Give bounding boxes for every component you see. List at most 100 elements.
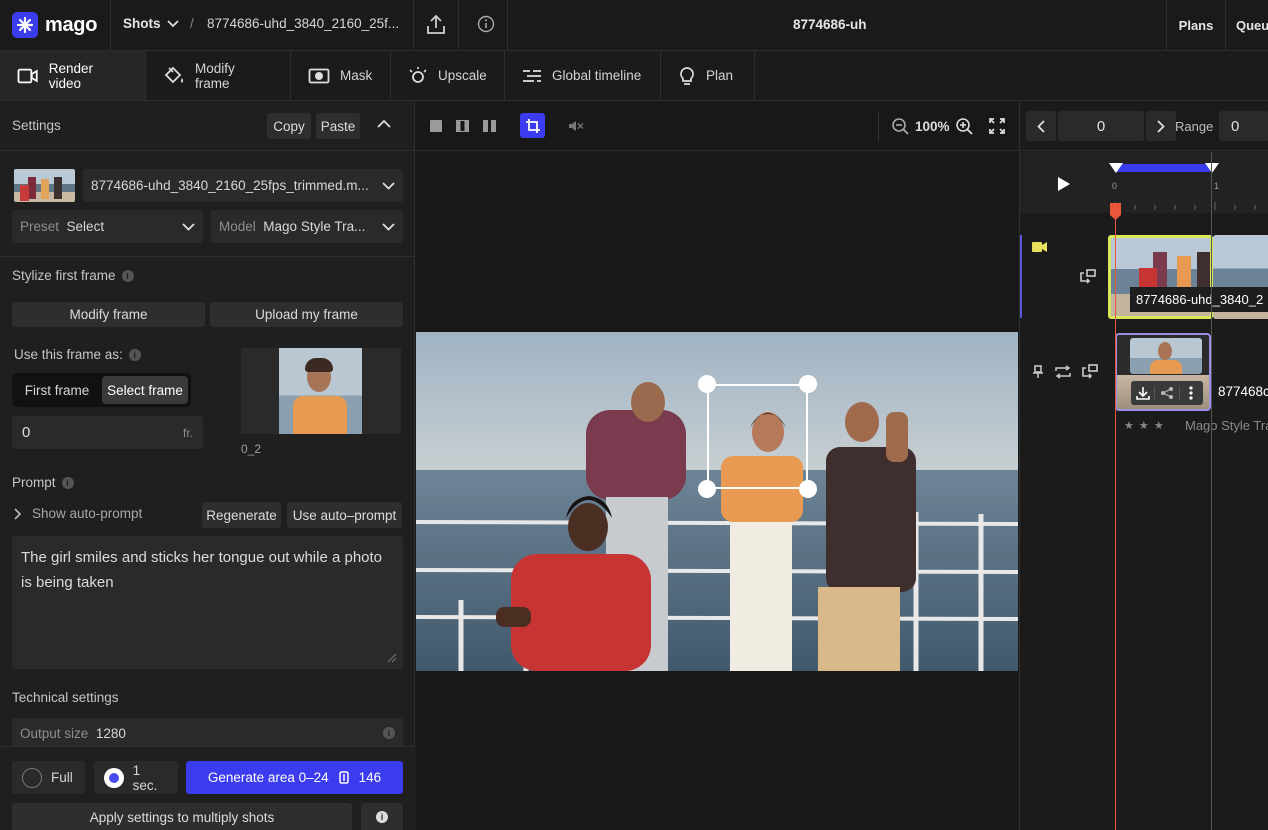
- crop-handle-top-right[interactable]: [799, 375, 817, 393]
- tab-modify-frame[interactable]: Modify frame: [146, 51, 291, 100]
- zoom-in-icon[interactable]: [956, 118, 973, 135]
- full-option[interactable]: Full: [12, 761, 85, 794]
- model-label: Model: [219, 219, 256, 234]
- tab-plan[interactable]: Plan: [661, 51, 755, 100]
- use-frame-as-text: Use this frame as:: [14, 347, 123, 362]
- next-frame-button[interactable]: [1146, 111, 1176, 141]
- preset-select[interactable]: Preset Select: [12, 210, 203, 243]
- copy-button[interactable]: Copy: [267, 113, 311, 139]
- modify-frame-button[interactable]: Modify frame: [12, 302, 205, 327]
- queue-button[interactable]: Queu: [1226, 0, 1268, 51]
- frame-boundary-line: [1211, 152, 1212, 830]
- tab-render-video[interactable]: Render video: [0, 51, 146, 100]
- shot-clip[interactable]: [1115, 333, 1211, 411]
- download-icon[interactable]: [1131, 386, 1154, 400]
- info-icon[interactable]: [477, 15, 495, 33]
- source-thumbnail: [14, 169, 75, 202]
- info-icon[interactable]: i: [383, 727, 395, 739]
- shots-dropdown[interactable]: Shots: [123, 16, 179, 31]
- paste-button[interactable]: Paste: [316, 113, 360, 139]
- timeline-panel: 0 Range 0 0 1 8774686-uhd_3840_2 877468с…: [1019, 101, 1268, 830]
- output-size-field[interactable]: Output size 1280 i: [12, 718, 403, 748]
- info-icon[interactable]: i: [128, 348, 141, 361]
- use-auto-prompt-button[interactable]: Use auto–prompt: [287, 502, 402, 528]
- crop-handle-bottom-left[interactable]: [698, 480, 716, 498]
- tab-mask-label: Mask: [340, 68, 373, 83]
- rating-stars[interactable]: ★ ★ ★: [1124, 419, 1165, 432]
- tab-global-timeline[interactable]: Global timeline: [505, 51, 661, 100]
- plans-button[interactable]: Plans: [1167, 0, 1225, 51]
- radio-selected-icon: [104, 767, 124, 788]
- range-input[interactable]: 0: [1219, 111, 1268, 141]
- technical-settings-title: Technical settings: [12, 690, 119, 705]
- more-vertical-icon[interactable]: [1180, 386, 1203, 400]
- prev-frame-button[interactable]: [1026, 111, 1056, 141]
- timeline-ruler[interactable]: 0 1: [1107, 152, 1268, 213]
- generate-footer: Full 1 sec. Generate area 0–24 146 Apply…: [0, 746, 415, 830]
- zoom-out-icon[interactable]: [892, 118, 909, 135]
- tab-plan-label: Plan: [706, 68, 734, 83]
- stop-icon[interactable]: [430, 120, 442, 132]
- video-frame[interactable]: [416, 332, 1018, 671]
- output-size-value: 1280: [95, 725, 126, 741]
- info-icon[interactable]: i: [121, 269, 134, 282]
- mode-toolbar: Render video Modify frame Mask Upscale G…: [0, 51, 1268, 101]
- upload-icon[interactable]: [425, 14, 447, 36]
- frame-preview[interactable]: [241, 348, 401, 434]
- crop-icon[interactable]: [520, 113, 545, 138]
- crop-handle-bottom-right[interactable]: [799, 480, 817, 498]
- collapse-chevron-up-icon[interactable]: [377, 119, 391, 128]
- first-frame-option[interactable]: First frame: [15, 376, 99, 404]
- mago-logo-icon: [12, 12, 38, 38]
- pin-icon[interactable]: [1032, 365, 1044, 379]
- prompt-textarea[interactable]: The girl smiles and sticks her tongue ou…: [12, 536, 403, 669]
- frame-input[interactable]: 0: [1058, 111, 1144, 141]
- video-camera-icon: [17, 68, 38, 83]
- crop-handle-top-left[interactable]: [698, 375, 716, 393]
- range-bar[interactable]: [1115, 164, 1210, 172]
- tab-global-timeline-label: Global timeline: [552, 68, 642, 83]
- model-select[interactable]: Model Mago Style Tra...: [211, 210, 403, 243]
- swap-clip-icon[interactable]: [1080, 269, 1096, 285]
- frame-number-input[interactable]: 0 fr.: [12, 416, 203, 449]
- tab-mask[interactable]: Mask: [291, 51, 391, 100]
- settings-title: Settings: [12, 118, 61, 133]
- repeat-icon[interactable]: [1055, 365, 1071, 379]
- info-icon: i: [376, 811, 388, 823]
- resize-handle-icon[interactable]: [387, 653, 397, 663]
- info-icon[interactable]: i: [61, 476, 74, 489]
- mute-icon[interactable]: [568, 120, 584, 132]
- swap-clip-icon[interactable]: [1082, 364, 1098, 380]
- split-view-icon[interactable]: [456, 120, 469, 132]
- chevron-right-icon: [14, 507, 22, 520]
- prompt-title: Prompt: [12, 475, 56, 490]
- crop-selection-box[interactable]: [707, 384, 808, 489]
- apply-settings-button[interactable]: Apply settings to multiply shots: [12, 803, 352, 830]
- play-icon[interactable]: [1057, 176, 1071, 192]
- stylize-title: Stylize first frame: [12, 268, 116, 283]
- show-auto-prompt-toggle[interactable]: Show auto-prompt: [14, 506, 142, 521]
- frame-preview-image: [279, 348, 362, 434]
- one-second-option[interactable]: 1 sec.: [94, 761, 178, 794]
- range-end-handle[interactable]: [1204, 162, 1220, 174]
- shot-title: 8774686-uh: [793, 17, 867, 32]
- share-icon[interactable]: [1154, 386, 1180, 400]
- ruler-ticks: [1114, 202, 1256, 210]
- zoom-level: 100%: [915, 119, 950, 134]
- mago-logo[interactable]: mago: [12, 12, 97, 38]
- source-file-select[interactable]: 8774686-uhd_3840_2160_25fps_trimmed.m...: [83, 169, 403, 202]
- fullscreen-icon[interactable]: [989, 118, 1005, 134]
- breadcrumb-file[interactable]: 8774686-uhd_3840_2160_25f...: [207, 16, 399, 31]
- playhead-marker-icon[interactable]: [1109, 202, 1122, 221]
- generate-button[interactable]: Generate area 0–24 146: [186, 761, 403, 794]
- tab-upscale[interactable]: Upscale: [391, 51, 505, 100]
- upload-frame-button[interactable]: Upload my frame: [210, 302, 403, 327]
- range-label: Range: [1175, 119, 1214, 134]
- apply-info-button[interactable]: i: [361, 803, 403, 830]
- regenerate-button[interactable]: Regenerate: [202, 502, 281, 528]
- viewer-toolbar: 100%: [416, 101, 1018, 151]
- playhead-line[interactable]: [1115, 213, 1116, 830]
- pause-icon[interactable]: [483, 120, 496, 132]
- range-start-handle[interactable]: [1108, 162, 1124, 174]
- select-frame-option[interactable]: Select frame: [102, 376, 188, 404]
